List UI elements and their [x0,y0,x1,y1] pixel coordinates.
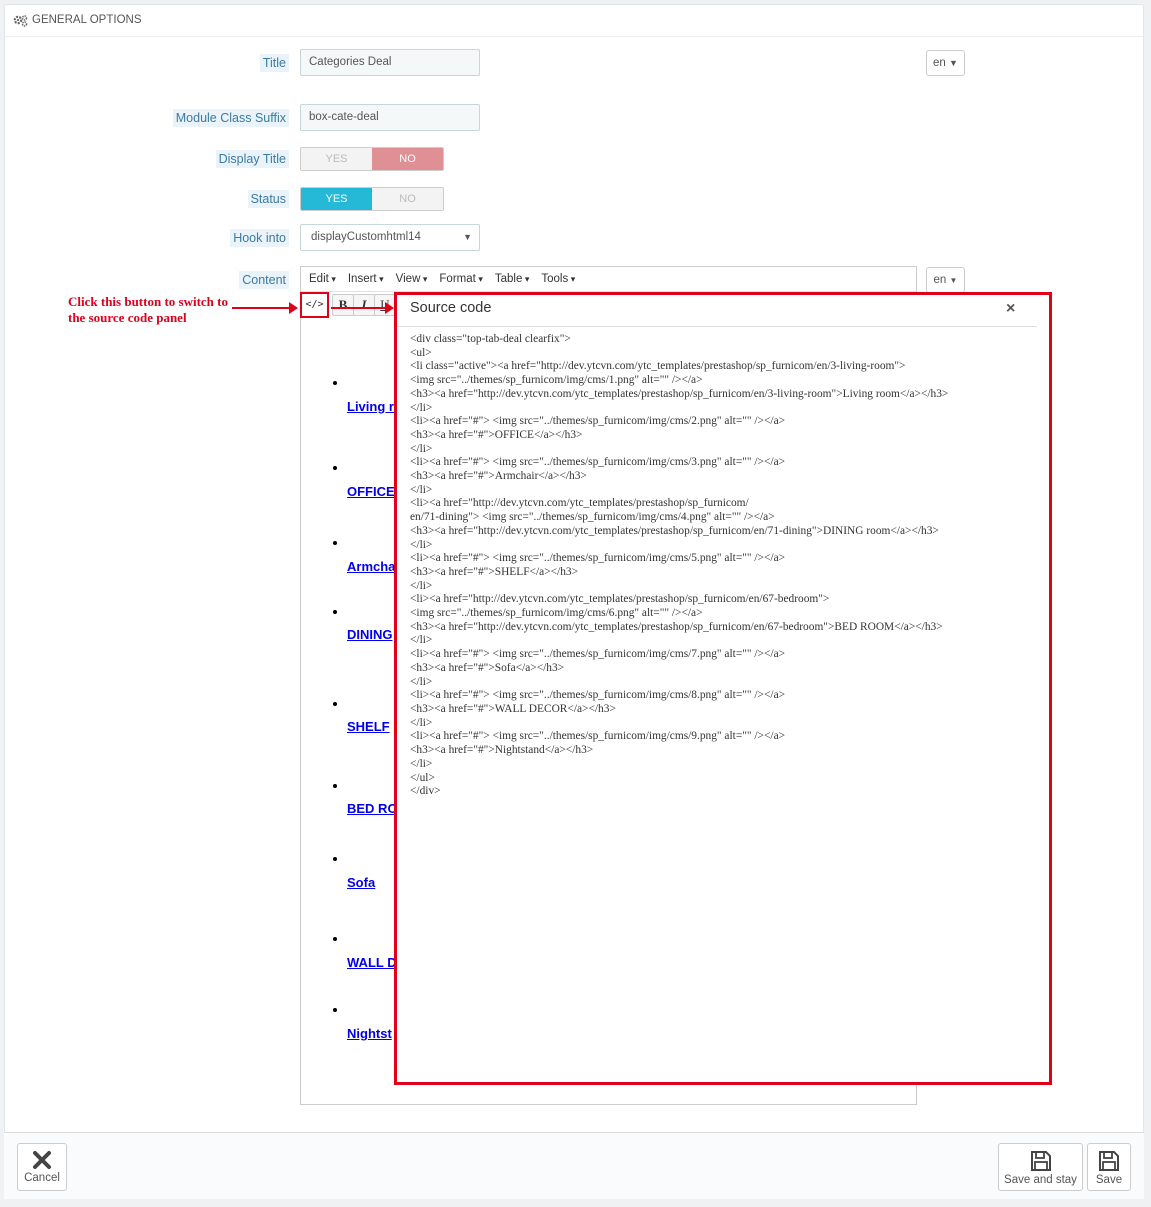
list-item-link[interactable]: SHELF [347,719,395,734]
status-toggle[interactable]: YES NO [300,187,444,211]
list-bullet [333,610,337,614]
status-label: Status [247,190,289,208]
caret-down-icon: ▼ [949,58,958,68]
display-title-yes-option[interactable]: YES [301,148,372,170]
source-code-line: <div class="top-tab-deal clearfix"> [410,333,571,345]
close-icon[interactable]: × [1006,300,1015,318]
source-code-line: <li><a href="#"> <img src="../themes/sp_… [410,456,786,469]
list-item-link[interactable]: Nightst [347,1026,395,1041]
source-code-line: </li> [410,757,433,770]
source-code-line: </li> [410,442,433,455]
source-code-line: <h3><a href="#">Nightstand</a></h3> [410,744,594,757]
save-and-stay-button[interactable]: Save and stay [998,1143,1083,1191]
list-bullet [333,466,337,470]
list-item-link[interactable]: DINING [347,627,395,642]
gears-icon [13,15,28,27]
floppy-disk-icon [1030,1151,1051,1171]
save-and-stay-label: Save and stay [1004,1174,1077,1186]
source-code-line: en/71-dining"> <img src="../themes/sp_fu… [410,511,775,524]
cancel-label: Cancel [24,1172,60,1184]
source-code-line: <li class="active"><a href="http://dev.y… [410,360,906,373]
close-icon [33,1151,51,1169]
list-item-link[interactable]: BED RO [347,801,395,816]
hook-into-label: Hook into [230,229,289,247]
display-title-no-option[interactable]: NO [372,148,443,170]
annotation-arrow [331,307,388,309]
source-code-line: <h3><a href="#">WALL DECOR</a></h3> [410,702,616,715]
list-item-link[interactable]: Living r [347,399,395,414]
source-code-line: </ul> [410,771,435,784]
list-bullet [333,381,337,385]
source-code-dialog: Source code × <div class="top-tab-deal c… [394,292,1052,1085]
source-code-line: <img src="../themes/sp_furnicom/img/cms/… [410,607,703,620]
list-item-link[interactable]: Sofa [347,875,395,890]
title-language-dropdown[interactable]: en ▼ [926,50,965,76]
content-language-dropdown[interactable]: en ▼ [926,267,965,293]
source-code-line: <h3><a href="http://dev.ytcvn.com/ytc_te… [410,387,949,400]
source-code-line: <li><a href="#"> <img src="../themes/sp_… [410,730,786,743]
source-code-line: <li><a href="#"> <img src="../themes/sp_… [410,552,786,565]
source-code-line: </li> [410,538,433,551]
source-code-line: </li> [410,675,433,688]
panel-heading: GENERAL OPTIONS [5,5,1143,37]
annotation-arrow-head [385,302,394,314]
source-code-line: <ul> [410,346,432,359]
hook-into-select[interactable]: displayCustomhtml14 ▼ [300,224,480,251]
source-code-line: <li><a href="#"> <img src="../themes/sp_… [410,689,786,702]
source-code-line: <h3><a href="#">SHELF</a></h3> [410,565,579,578]
source-code-line: </li> [410,401,433,414]
module-class-suffix-label: Module Class Suffix [172,109,289,127]
source-code-line: </div> [410,785,441,798]
source-code-line: <li><a href="http://dev.ytcvn.com/ytc_te… [410,593,830,606]
panel-heading-text: GENERAL OPTIONS [32,14,142,26]
source-code-line: <li><a href="http://dev.ytcvn.com/ytc_te… [410,497,749,510]
source-code-dialog-title: Source code [410,300,492,316]
status-yes-option[interactable]: YES [301,188,372,210]
source-code-line: </li> [410,716,433,729]
cancel-button[interactable]: Cancel [17,1143,67,1191]
annotation-callout: Click this button to switch to the sourc… [68,294,228,325]
source-code-line: <img src="../themes/sp_furnicom/img/cms/… [410,374,703,387]
list-bullet [333,937,337,941]
source-code-textarea[interactable]: <div class="top-tab-deal clearfix"> <ul> <… [410,333,1035,799]
annotation-arrow-head [289,302,298,314]
title-language-value: en [933,57,946,69]
title-label: Title [259,54,289,72]
source-code-line: <h3><a href="#">Sofa</a></h3> [410,661,565,674]
list-item-link[interactable]: OFFICE [347,484,395,499]
source-code-line: </li> [410,483,433,496]
source-code-line: </li> [410,634,433,647]
content-label: Content [239,271,289,289]
dialog-divider [397,326,1037,327]
list-item-link[interactable]: WALL D [347,955,395,970]
save-label: Save [1095,1174,1123,1186]
caret-down-icon: ▼ [463,232,472,242]
title-input[interactable]: Categories Deal [300,49,480,76]
list-bullet [333,702,337,706]
list-bullet [333,857,337,861]
caret-down-icon: ▼ [949,276,958,285]
source-code-button[interactable]: </> [300,292,329,318]
floppy-disk-icon [1099,1151,1119,1171]
source-code-line: <h3><a href="http://dev.ytcvn.com/ytc_te… [410,620,943,633]
source-code-line: <h3><a href="#">Armchair</a></h3> [410,470,587,483]
hook-into-value: displayCustomhtml14 [311,231,421,243]
display-title-label: Display Title [215,150,289,168]
source-code-line: <h3><a href="#">OFFICE</a></h3> [410,428,583,441]
source-code-line: <li><a href="#"> <img src="../themes/sp_… [410,648,786,661]
list-bullet [333,541,337,545]
list-bullet [333,1008,337,1012]
source-code-line: <h3><a href="http://dev.ytcvn.com/ytc_te… [410,524,939,537]
display-title-toggle[interactable]: YES NO [300,147,444,171]
annotation-arrow [232,307,296,309]
list-bullet [333,784,337,788]
module-class-suffix-input[interactable]: box-cate-deal [300,104,480,131]
list-item-link[interactable]: Armcha [347,559,395,574]
source-code-line: </li> [410,579,433,592]
save-button[interactable]: Save [1087,1143,1131,1191]
source-code-line: <li><a href="#"> <img src="../themes/sp_… [410,415,786,428]
status-no-option[interactable]: NO [372,188,443,210]
content-language-value: en [933,274,947,286]
panel-footer: Cancel Save and stay Save [4,1132,1144,1199]
